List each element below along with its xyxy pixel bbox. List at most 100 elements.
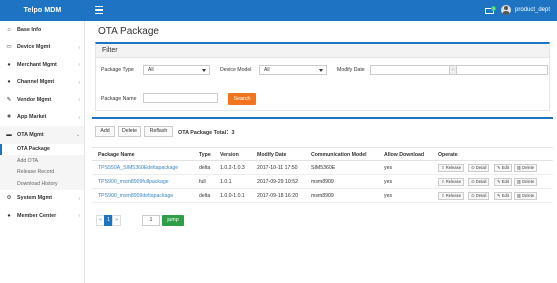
communication-model-cell: msm8909 <box>311 179 334 185</box>
filter-header: Filter <box>96 44 549 58</box>
sidebar-item-label: Vendor Mgmt <box>17 96 52 103</box>
table-row: TPS550A_SIM5360Edeltapackage delta 1.0.2… <box>92 161 553 175</box>
pagination: « 1 » <box>96 215 121 226</box>
package-name-input[interactable] <box>143 93 218 103</box>
delete-row-button[interactable]: ▥ Delete <box>514 178 538 186</box>
search-button[interactable]: Search <box>228 93 256 105</box>
package-type-value: All <box>148 67 154 73</box>
version-cell: 1.0.1 <box>220 179 232 185</box>
caret-down-icon <box>319 69 323 72</box>
communication-model-cell: msm8909 <box>311 193 334 199</box>
sidebar-item-app-market[interactable]: ⌗ App Market ‹ <box>0 109 84 127</box>
sidebar-subitem-add-ota[interactable]: Add OTA <box>0 155 84 167</box>
package-name-link[interactable]: TPS900_msm8909fullpackage <box>98 179 169 185</box>
chevron-down-icon: ⌄ <box>75 132 80 138</box>
page-number-input[interactable]: 1 <box>142 215 160 226</box>
package-type-label: Package Type <box>101 67 134 73</box>
edit-button[interactable]: ✎ Edit <box>494 164 512 172</box>
jump-button[interactable]: jump <box>162 215 184 226</box>
username[interactable]: product_dept <box>515 7 550 13</box>
device-model-label: Device Model <box>220 67 252 73</box>
brand-logo[interactable]: Telpo MDM <box>0 0 85 21</box>
detail-button[interactable]: ⊙ Detail <box>468 192 490 200</box>
delete-row-button[interactable]: ▥ Delete <box>514 164 538 172</box>
modify-date-cell: 2017-09-18 16:20 <box>257 193 298 199</box>
release-button[interactable]: ⇧ Release <box>438 164 465 172</box>
delete-button[interactable]: Delete <box>118 126 141 137</box>
page-title: OTA Package <box>98 26 159 37</box>
users-icon: ● <box>7 79 11 86</box>
menu-toggle-icon[interactable] <box>95 6 103 14</box>
column-header: Allow Download <box>384 152 425 158</box>
chevron-left-icon: ‹ <box>78 79 80 86</box>
modify-date-end-input[interactable] <box>456 65 548 75</box>
release-button[interactable]: ⇧ Release <box>438 192 465 200</box>
version-cell: 1.0.2-1.0.3 <box>220 165 245 171</box>
sidebar-item-ota-mgmt[interactable]: ▬ OTA Mgmt ⌄ <box>0 126 84 144</box>
detail-button[interactable]: ⊙ Detail <box>468 178 490 186</box>
user-icon: ● <box>7 61 11 68</box>
chevron-left-icon: ‹ <box>78 62 80 68</box>
column-header: Communication Model <box>311 152 367 158</box>
avatar[interactable] <box>501 5 511 15</box>
sidebar-item-base-info[interactable]: ⌂ Base Info <box>0 21 84 39</box>
filter-heading: Filter <box>102 47 118 54</box>
allow-download-cell: yes <box>384 179 393 185</box>
modify-date-start-input[interactable] <box>370 65 450 75</box>
chevron-left-icon: ‹ <box>78 195 80 202</box>
column-header: Package Name <box>98 152 135 158</box>
sidebar-subitem-ota-package[interactable]: OTA Package <box>0 143 84 155</box>
sidebar-subitem-download-history[interactable]: Download History <box>0 178 84 190</box>
mail-icon[interactable]: 3 <box>485 6 496 15</box>
modify-date-label: Modify Date <box>337 67 365 73</box>
type-cell: full <box>199 179 206 185</box>
sidebar-item-system-mgmt[interactable]: ⚙ System Mgmt ‹ <box>0 190 84 208</box>
sidebar-item-label: OTA Mgmt <box>17 131 44 138</box>
sidebar-item-label: Member Center <box>17 212 57 219</box>
refresh-button[interactable]: Reflash <box>144 126 173 137</box>
sidebar: ⌂ Base Info ▭ Device Mgmt ‹ ● Merchant M… <box>0 21 85 283</box>
table-header: Package Name Type Version Modify Date Co… <box>92 147 553 161</box>
sidebar-item-label: Base Info <box>17 26 42 33</box>
allow-download-cell: yes <box>384 193 393 199</box>
chevron-left-icon: ‹ <box>78 114 80 121</box>
folder-icon: ▬ <box>6 131 12 138</box>
delete-row-button[interactable]: ▥ Delete <box>514 192 538 200</box>
table-row: TPS900_msm8909deltapackage delta 1.0.0-1… <box>92 189 553 203</box>
table-row: TPS900_msm8909fullpackage full 1.0.1 201… <box>92 175 553 189</box>
version-cell: 1.0.0-1.0.1 <box>220 193 245 199</box>
home-icon: ⌂ <box>7 26 11 33</box>
sidebar-subitem-release-record[interactable]: Release Record <box>0 166 84 178</box>
edit-button[interactable]: ✎ Edit <box>494 192 512 200</box>
column-header: Version <box>220 152 239 158</box>
package-name-link[interactable]: TPS900_msm8909deltapackage <box>98 193 173 199</box>
type-cell: delta <box>199 193 211 199</box>
detail-button[interactable]: ⊙ Detail <box>468 164 490 172</box>
edit-button[interactable]: ✎ Edit <box>494 178 512 186</box>
sidebar-item-channel-mgmt[interactable]: ● Channel Mgmt ‹ <box>0 74 84 92</box>
allow-download-cell: yes <box>384 165 393 171</box>
sidebar-item-vendor-mgmt[interactable]: ✎ Vendor Mgmt ‹ <box>0 91 84 109</box>
sidebar-item-label: Device Mgmt <box>17 44 51 51</box>
device-icon: ▭ <box>6 44 12 51</box>
cart-icon: ⌗ <box>7 113 11 120</box>
column-header: Operate <box>438 152 458 158</box>
package-list-panel: Add Delete Reflash OTA Package Total：3 P… <box>92 117 553 277</box>
package-name-link[interactable]: TPS550A_SIM5360Edeltapackage <box>98 165 178 171</box>
package-total: OTA Package Total：3 <box>178 130 235 136</box>
type-cell: delta <box>199 165 211 171</box>
chevron-left-icon: ‹ <box>78 213 80 219</box>
device-model-select[interactable]: All <box>259 65 327 75</box>
package-type-select[interactable]: All <box>143 65 210 75</box>
sidebar-item-label: Merchant Mgmt <box>17 61 57 68</box>
wrench-icon: ✎ <box>6 96 12 103</box>
add-button[interactable]: Add <box>95 126 115 137</box>
chevron-left-icon: ‹ <box>78 44 80 51</box>
sidebar-item-merchant-mgmt[interactable]: ● Merchant Mgmt ‹ <box>0 56 84 74</box>
sidebar-item-member-center[interactable]: ● Member Center ‹ <box>0 207 84 225</box>
sidebar-item-device-mgmt[interactable]: ▭ Device Mgmt ‹ <box>0 39 84 57</box>
release-button[interactable]: ⇧ Release <box>438 178 465 186</box>
modify-date-cell: 2017-10-11 17:50 <box>257 165 298 171</box>
last-page-button[interactable]: » <box>112 215 121 226</box>
user-icon: ● <box>7 212 11 219</box>
